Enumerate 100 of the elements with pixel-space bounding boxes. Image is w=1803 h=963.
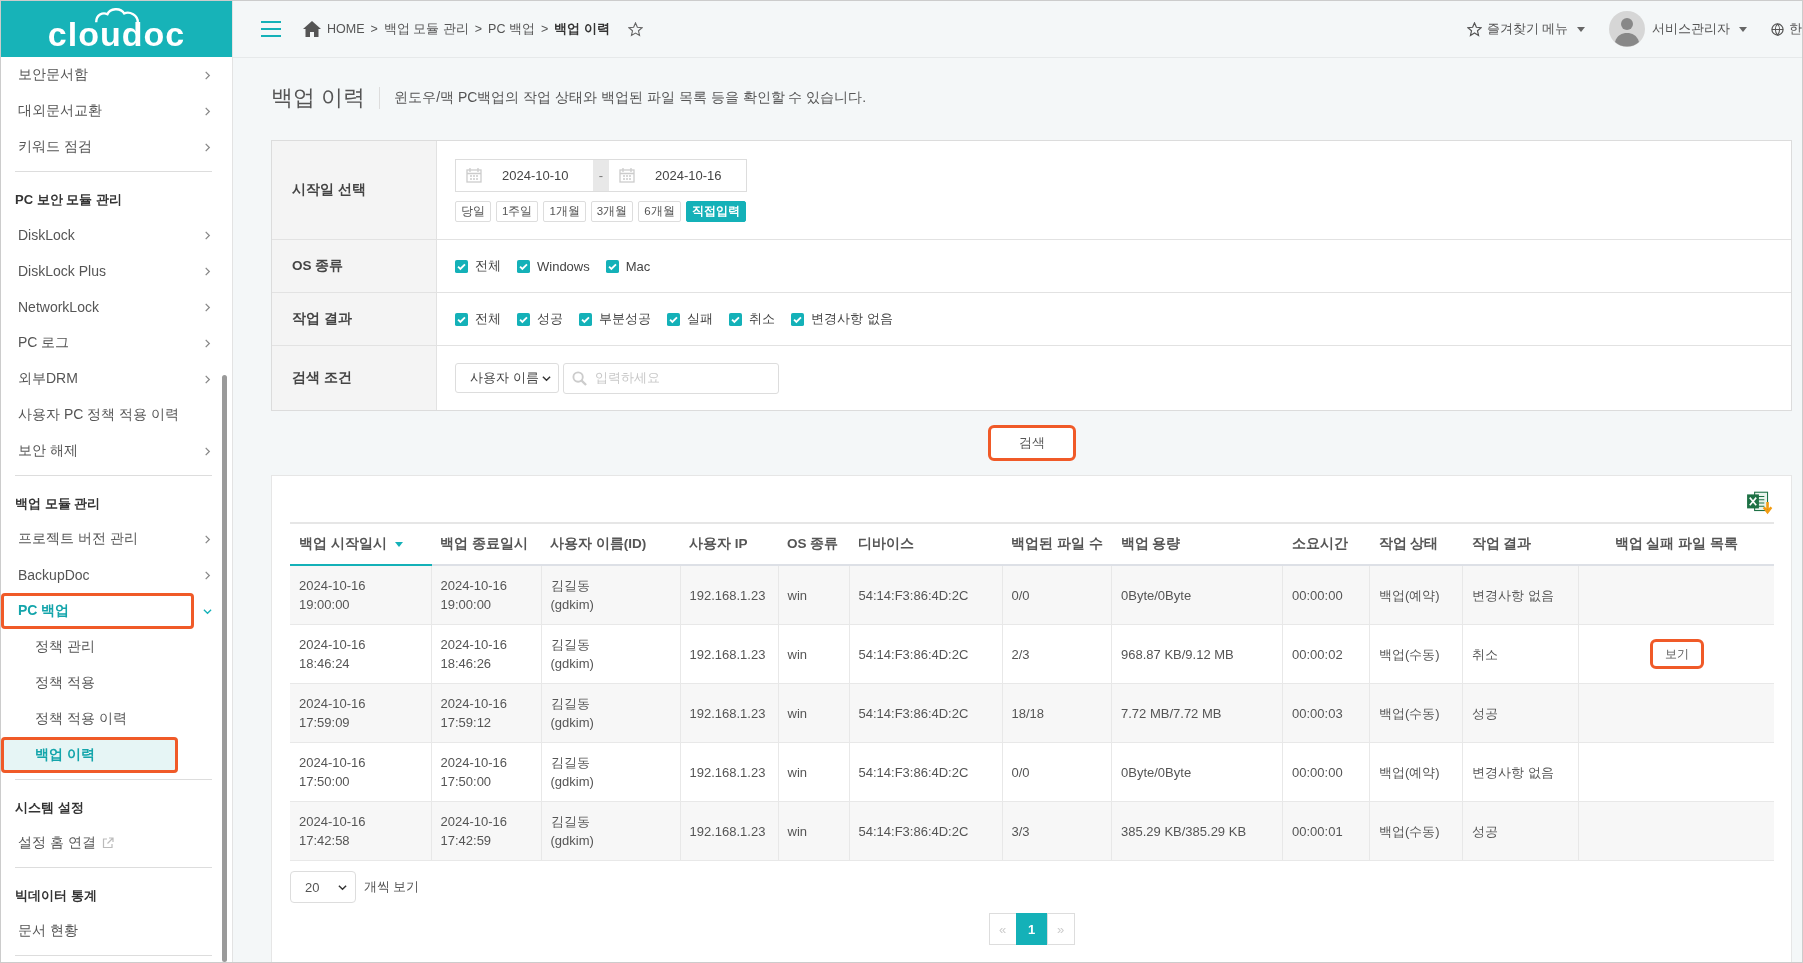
sidebar-item[interactable]: 키워드 점검 (15, 129, 212, 165)
checkbox[interactable] (791, 312, 804, 326)
user-menu[interactable]: 서비스관리자 (1609, 11, 1747, 47)
sidebar-item[interactable]: 정책 적용 (1, 665, 212, 701)
sidebar-item[interactable]: 정책 적용 이력 (1, 701, 212, 737)
chevron-right-icon (203, 570, 212, 580)
table-cell: 2024-10-16 19:00:00 (290, 565, 431, 625)
filter-label: 검색 조건 (272, 346, 437, 410)
search-button[interactable]: 검색 (987, 425, 1076, 461)
table-cell: 성공 (1462, 801, 1579, 861)
chevron-down-icon (338, 882, 347, 892)
external-link-icon (101, 837, 114, 849)
sidebar-item[interactable]: 사용자 PC 정책 적용 이력 (15, 397, 212, 433)
table-cell: 0/0 (1002, 742, 1112, 802)
checkbox-label: 실패 (687, 310, 713, 328)
table-cell: 7.72 MB/7.72 MB (1111, 683, 1283, 743)
page-size-dropdown[interactable]: 20 (290, 871, 356, 903)
checkbox-label: 취소 (749, 310, 775, 328)
table-cell: 192.168.1.23 (680, 683, 778, 743)
sidebar-item[interactable]: DiskLock (15, 217, 212, 253)
caret-icon (1577, 26, 1585, 32)
sidebar-item[interactable]: 정책 관리 (1, 629, 212, 665)
sidebar-item[interactable]: 프로젝트 버전 관리 (15, 521, 212, 557)
table-cell: 54:14:F3:86:4D:2C (849, 624, 1002, 684)
page-description: 윈도우/맥 PC백업의 작업 상태와 백업된 파일 목록 등을 확인할 수 있습니다. (394, 89, 867, 107)
chevron-right-icon (203, 70, 212, 80)
sidebar-item[interactable]: 보안문서함 (15, 57, 212, 93)
sidebar-item[interactable]: 보안 해제 (15, 433, 212, 469)
menu-icon[interactable] (261, 21, 281, 37)
table-cell: 54:14:F3:86:4D:2C (849, 742, 1002, 802)
star-icon[interactable] (627, 21, 643, 37)
avatar-icon (1609, 11, 1645, 47)
table-cell: 54:14:F3:86:4D:2C (849, 565, 1002, 625)
checkbox-label: 변경사항 없음 (811, 310, 893, 328)
sidebar-item[interactable]: 설정 홈 연결 (15, 825, 212, 861)
sidebar-item[interactable]: NetworkLock (15, 289, 212, 325)
sidebar-item[interactable]: DiskLock Plus (15, 253, 212, 289)
sidebar-item[interactable]: BackupDoc (15, 557, 212, 593)
table-cell: 0Byte/0Byte (1111, 565, 1283, 625)
table-cell: 백업(수동) (1369, 683, 1463, 743)
table-cell: 김길동 (gdkim) (541, 565, 680, 625)
table-cell: 취소 (1462, 624, 1579, 684)
table-cell: 385.29 KB/385.29 KB (1111, 801, 1283, 861)
favorites-menu[interactable]: 즐겨찾기 메뉴 (1466, 20, 1585, 38)
table-cell: 2024-10-16 17:59:09 (290, 683, 431, 743)
table-cell: 김길동 (gdkim) (541, 624, 680, 684)
view-button[interactable]: 보기 (1649, 639, 1704, 669)
sidebar-item[interactable]: 문서 현황 (15, 913, 212, 949)
checkbox[interactable] (579, 312, 592, 326)
table-cell: 백업(예약) (1369, 742, 1463, 802)
checkbox-label: Mac (625, 258, 651, 274)
checkbox[interactable] (729, 312, 742, 326)
checkbox-label: Windows (537, 258, 590, 274)
checkbox-label: 성공 (537, 310, 563, 328)
checkbox[interactable] (455, 259, 468, 273)
table-cell: 54:14:F3:86:4D:2C (849, 801, 1002, 861)
range-button[interactable]: 1개월 (543, 200, 586, 222)
home-icon (303, 21, 321, 37)
table-cell: 2024-10-16 17:42:59 (431, 801, 541, 861)
range-button[interactable]: 당일 (455, 200, 491, 222)
table-cell: 00:00:03 (1282, 683, 1370, 743)
chevron-right-icon (203, 230, 212, 240)
table-cell: 18/18 (1002, 683, 1112, 743)
range-button[interactable]: 1주일 (496, 200, 539, 222)
chevron-down-icon (203, 606, 212, 616)
table-cell: 192.168.1.23 (680, 801, 778, 861)
breadcrumb-link[interactable]: HOME (327, 22, 365, 36)
search-field-dropdown[interactable]: 사용자 이름 (455, 363, 559, 393)
breadcrumb-link[interactable]: PC 백업 (488, 20, 535, 38)
sidebar-item[interactable]: 대외문서교환 (15, 93, 212, 129)
table-cell: 192.168.1.23 (680, 624, 778, 684)
chevron-right-icon (203, 302, 212, 312)
filter-label: 작업 결과 (272, 293, 437, 345)
page-title: 백업 이력 (271, 87, 381, 109)
sidebar-item[interactable]: 외부DRM (15, 361, 212, 397)
table-cell: 3/3 (1002, 801, 1112, 861)
table-cell: 변경사항 없음 (1462, 565, 1579, 625)
breadcrumb-separator: > (370, 22, 378, 36)
range-button[interactable]: 6개월 (638, 200, 681, 222)
table-cell: 백업(수동) (1369, 801, 1463, 861)
table-cell: 백업(예약) (1369, 565, 1463, 625)
breadcrumb-link[interactable]: 백업 모듈 관리 (383, 20, 469, 38)
checkbox[interactable] (455, 312, 468, 326)
section-heading: 시스템 설정 (15, 799, 85, 817)
breadcrumb-separator: > (540, 22, 549, 36)
table-cell: 2024-10-16 17:50:00 (431, 742, 541, 802)
table-cell: 2024-10-16 19:00:00 (431, 565, 541, 625)
logo-text: cloudoc (47, 17, 186, 51)
sidebar-item[interactable]: PC 로그 (15, 325, 212, 361)
table-cell: 0Byte/0Byte (1111, 742, 1283, 802)
checkbox[interactable] (605, 259, 619, 273)
table-cell: 김길동 (gdkim) (541, 801, 680, 861)
table-cell: 00:00:00 (1282, 742, 1370, 802)
language-menu[interactable]: 한 (1771, 20, 1802, 38)
spreadsheet-download-icon[interactable] (1746, 490, 1774, 516)
checkbox[interactable] (667, 312, 680, 326)
range-button[interactable]: 3개월 (590, 200, 634, 222)
checkbox[interactable] (517, 312, 530, 326)
checkbox[interactable] (517, 259, 530, 273)
scrollbar[interactable] (222, 375, 227, 962)
